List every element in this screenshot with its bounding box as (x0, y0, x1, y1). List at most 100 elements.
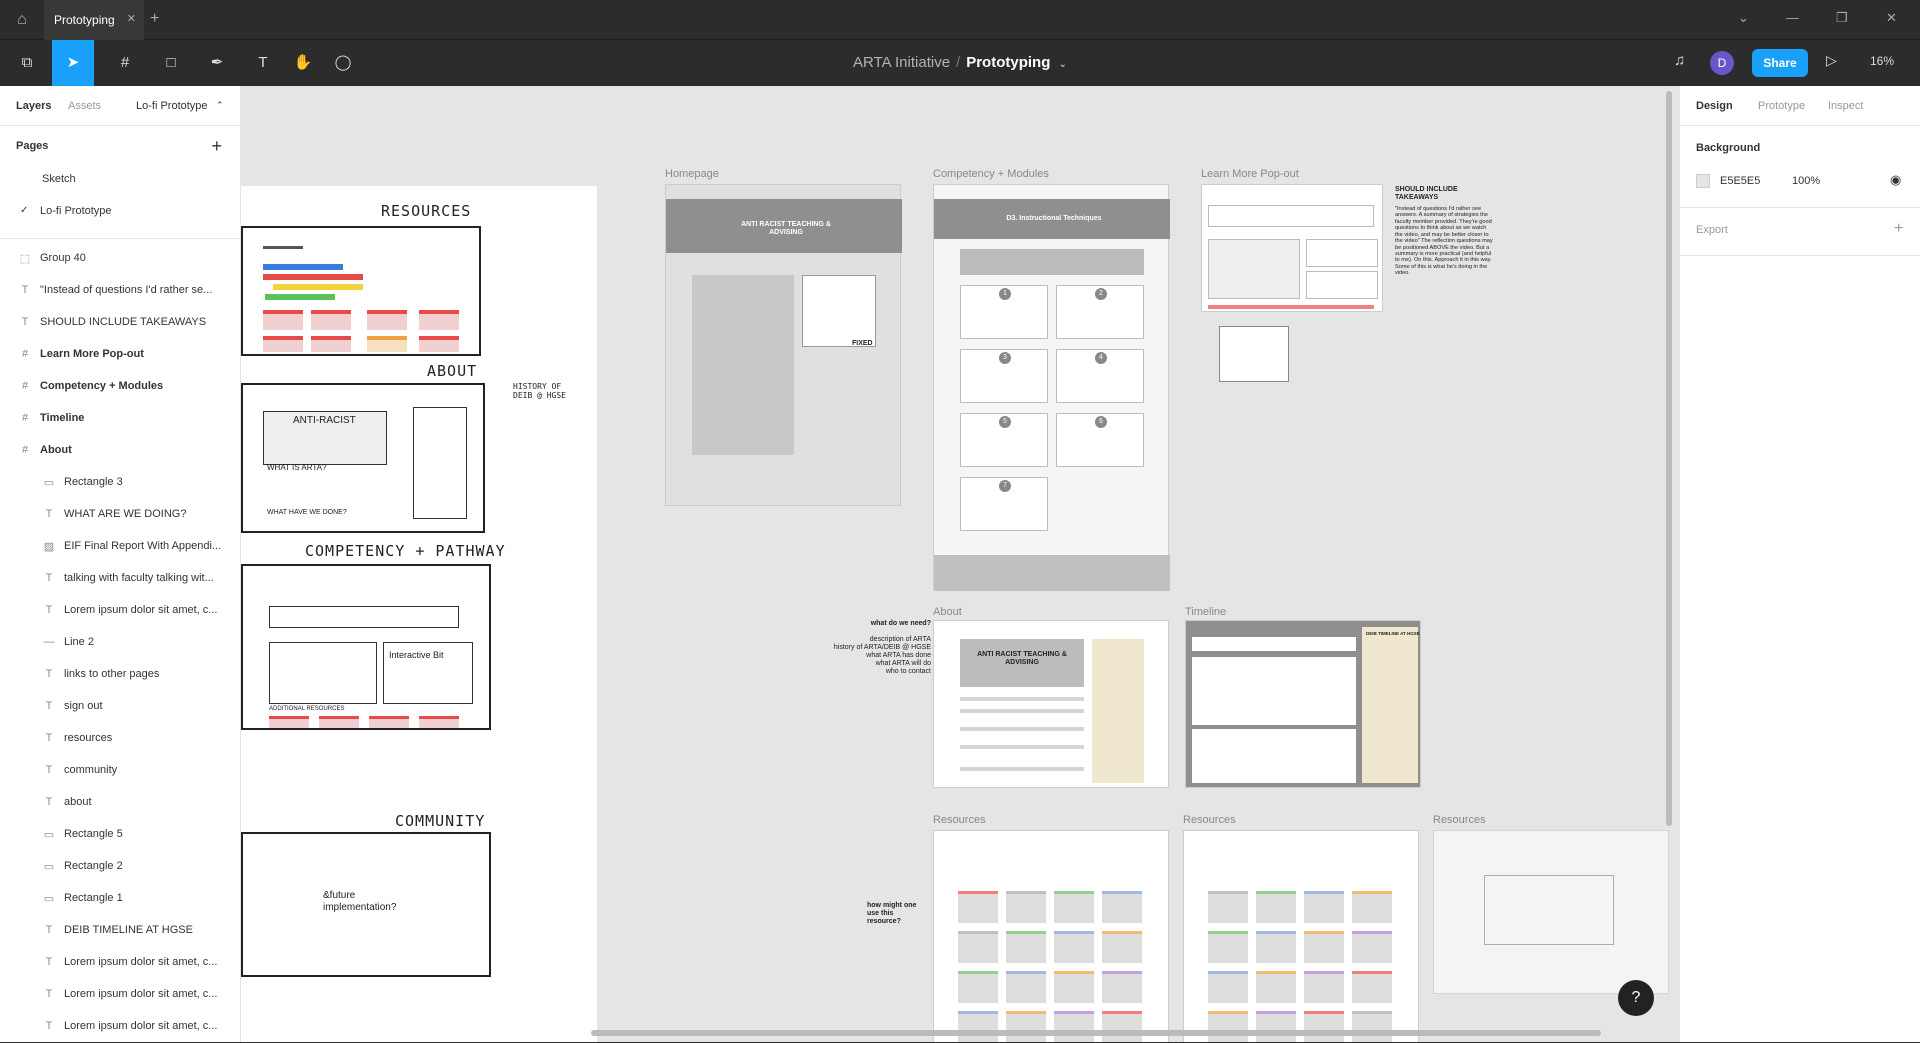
layer-item[interactable]: ⬚ Group 40 (0, 243, 240, 275)
frame-learn-more[interactable] (1201, 184, 1383, 312)
frame-label-timeline[interactable]: Timeline (1185, 606, 1226, 618)
resource-card[interactable] (1304, 931, 1344, 963)
new-tab-icon[interactable]: + (150, 10, 159, 28)
resource-card[interactable] (1304, 1011, 1344, 1042)
layer-item[interactable]: ▭ Rectangle 3 (0, 467, 240, 499)
frame-label-resources-1[interactable]: Resources (933, 814, 986, 826)
layer-item[interactable]: T "Instead of questions I'd rather se... (0, 275, 240, 307)
tab-design[interactable]: Design (1696, 100, 1733, 112)
frame-label-resources-3[interactable]: Resources (1433, 814, 1486, 826)
layer-item[interactable]: T SHOULD INCLUDE TAKEAWAYS (0, 307, 240, 339)
background-opacity[interactable]: 100% (1792, 175, 1820, 187)
frame-label-about[interactable]: About (933, 606, 962, 618)
layer-item[interactable]: Ttalking with faculty talking wit... (0, 563, 240, 595)
resource-card[interactable] (1208, 891, 1248, 923)
close-tab-icon[interactable]: ✕ (127, 12, 136, 25)
layer-item[interactable]: T Lorem ipsum dolor sit amet, c... (0, 947, 240, 979)
close-window-icon[interactable]: ✕ (1886, 10, 1897, 26)
file-tab[interactable]: Prototyping ✕ (44, 0, 144, 40)
page-item-sketch[interactable]: Sketch (0, 164, 240, 196)
frame-timeline[interactable]: DEIB TIMELINE AT HGSE (1185, 620, 1421, 788)
resource-card[interactable] (958, 931, 998, 963)
module-card[interactable]: 4 (1056, 349, 1144, 403)
sketch-board[interactable]: RESOURCES ABOUT ANTI-RACIST WHAT IS ARTA… (241, 186, 597, 1042)
frame-homepage[interactable]: ANTI RACIST TEACHING & ADVISING FIXED (665, 184, 902, 506)
resource-card[interactable] (1208, 931, 1248, 963)
zoom-level[interactable]: 16% (1870, 54, 1894, 68)
background-hex[interactable]: E5E5E5 (1720, 175, 1760, 187)
layer-item[interactable]: ▨ EIF Final Report With Appendi... (0, 531, 240, 563)
sketch-thumbnail[interactable] (1219, 326, 1289, 382)
resource-card[interactable] (1006, 891, 1046, 923)
chevron-down-icon[interactable]: ⌄ (1738, 10, 1749, 26)
resource-card[interactable] (1256, 1011, 1296, 1042)
frame-label-homepage[interactable]: Homepage (665, 168, 719, 180)
module-card[interactable]: 7 (960, 477, 1048, 531)
module-card[interactable]: 2 (1056, 285, 1144, 339)
layer-item[interactable]: # About (0, 435, 240, 467)
layer-item[interactable]: T WHAT ARE WE DOING? (0, 499, 240, 531)
present-icon[interactable]: ▷ (1826, 52, 1837, 69)
resource-card[interactable] (1352, 931, 1392, 963)
layer-item[interactable]: T DEIB TIMELINE AT HGSE (0, 915, 240, 947)
minimize-icon[interactable]: — (1786, 10, 1799, 25)
tab-prototype[interactable]: Prototype (1758, 100, 1805, 112)
layer-item[interactable]: T Lorem ipsum dolor sit amet, c... (0, 979, 240, 1011)
tab-assets[interactable]: Assets (68, 100, 101, 112)
layer-item[interactable]: T Lorem ipsum dolor sit amet, c... (0, 595, 240, 627)
module-card[interactable]: 6 (1056, 413, 1144, 467)
resource-card[interactable] (1102, 931, 1142, 963)
resource-card[interactable] (1256, 971, 1296, 1003)
module-card[interactable]: 3 (960, 349, 1048, 403)
layer-item[interactable]: ▭ Rectangle 5 (0, 819, 240, 851)
layer-item[interactable]: Tlinks to other pages (0, 659, 240, 691)
layer-item[interactable]: Tcommunity (0, 755, 240, 787)
layer-item[interactable]: ▭ Rectangle 2 (0, 851, 240, 883)
project-name[interactable]: ARTA Initiative (853, 54, 950, 71)
resource-card[interactable] (958, 891, 998, 923)
resource-card[interactable] (1256, 891, 1296, 923)
layer-item[interactable]: ▭ Rectangle 1 (0, 883, 240, 915)
horizontal-scrollbar[interactable] (591, 1030, 1601, 1036)
resource-card[interactable] (1006, 971, 1046, 1003)
frame-resources-2[interactable] (1183, 830, 1419, 1042)
resource-card[interactable] (1352, 971, 1392, 1003)
layer-item[interactable]: # Timeline (0, 403, 240, 435)
add-page-icon[interactable]: + (211, 136, 222, 157)
frame-resources-3[interactable] (1433, 830, 1669, 994)
resource-card[interactable] (1102, 971, 1142, 1003)
resource-card[interactable] (1304, 891, 1344, 923)
resource-card[interactable] (958, 971, 998, 1003)
resource-card[interactable] (1054, 891, 1094, 923)
resource-card[interactable] (1006, 1011, 1046, 1042)
resource-card[interactable] (1006, 931, 1046, 963)
visibility-eye-icon[interactable]: ◉ (1890, 172, 1901, 188)
resource-card[interactable] (1054, 931, 1094, 963)
layer-item[interactable]: — Line 2 (0, 627, 240, 659)
restore-icon[interactable]: ❐ (1836, 10, 1848, 26)
resource-card[interactable] (1102, 1011, 1142, 1042)
module-card[interactable]: 1 (960, 285, 1048, 339)
page-chevron-icon[interactable]: ⌄ (1059, 59, 1067, 70)
tab-inspect[interactable]: Inspect (1828, 100, 1863, 112)
frame-resources-1[interactable] (933, 830, 1169, 1042)
help-button[interactable]: ? (1618, 980, 1654, 1016)
resource-card[interactable] (1054, 971, 1094, 1003)
canvas[interactable]: RESOURCES ABOUT ANTI-RACIST WHAT IS ARTA… (241, 86, 1679, 1042)
resource-card[interactable] (1102, 891, 1142, 923)
resource-card[interactable] (1208, 1011, 1248, 1042)
page-name[interactable]: Prototyping (966, 54, 1050, 71)
frame-label-competency[interactable]: Competency + Modules (933, 168, 1049, 180)
layer-item[interactable]: # Competency + Modules (0, 371, 240, 403)
resource-card[interactable] (1054, 1011, 1094, 1042)
frame-label-learn-more[interactable]: Learn More Pop-out (1201, 168, 1299, 180)
frame-about[interactable]: ANTI RACIST TEACHING & ADVISING (933, 620, 1169, 788)
add-export-icon[interactable]: + (1894, 220, 1903, 238)
home-icon[interactable]: ⌂ (10, 8, 34, 32)
vertical-scrollbar[interactable] (1666, 91, 1672, 826)
layer-item[interactable]: T Lorem ipsum dolor sit amet, c... (0, 1011, 240, 1043)
background-swatch[interactable] (1696, 174, 1710, 188)
headphones-icon[interactable]: ♫ (1674, 52, 1685, 69)
resource-card[interactable] (958, 1011, 998, 1042)
resource-card[interactable] (1352, 1011, 1392, 1042)
